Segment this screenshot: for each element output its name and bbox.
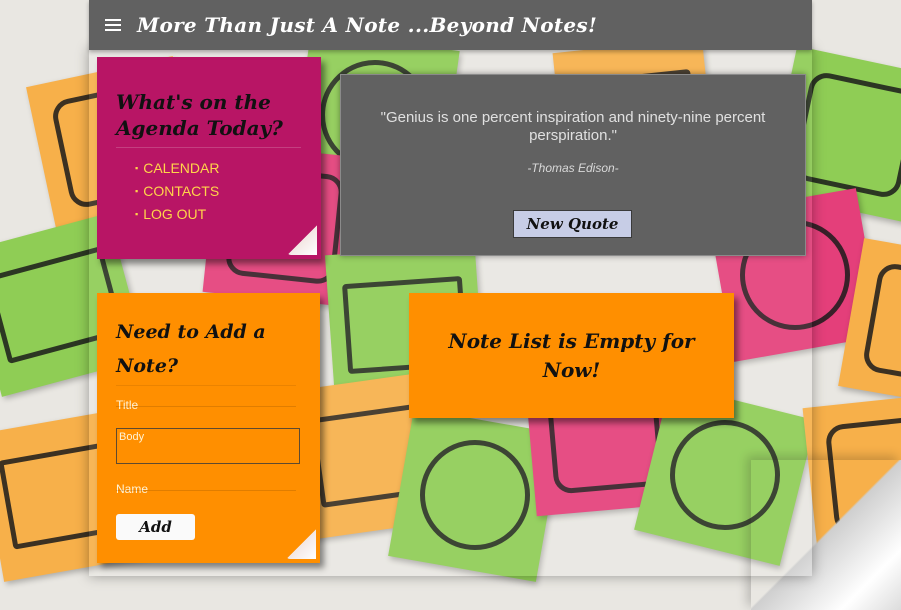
empty-note-message: Note List is Empty for Now! <box>448 328 695 382</box>
add-note-card: Need to Add a Note? Add <box>97 293 320 563</box>
agenda-heading: What's on the Agenda Today? <box>116 90 283 140</box>
quote-panel: "Genius is one percent inspiration and n… <box>340 74 806 256</box>
new-quote-button[interactable]: New Quote <box>513 210 632 238</box>
corner-curl-decoration <box>286 529 316 559</box>
calendar-link[interactable]: CALENDAR <box>143 160 219 176</box>
note-title-input[interactable] <box>116 396 296 414</box>
top-app-bar: More Than Just A Note ...Beyond Notes! <box>89 0 812 50</box>
agenda-link-list: CALENDAR CONTACTS LOG OUT <box>97 158 321 227</box>
quote-author: -Thomas Edison- <box>527 161 619 175</box>
hamburger-menu-icon[interactable] <box>105 16 121 34</box>
quote-text: "Genius is one percent inspiration and n… <box>380 109 766 144</box>
title-underline <box>116 406 296 407</box>
contacts-link[interactable]: CONTACTS <box>143 183 219 199</box>
agenda-card: What's on the Agenda Today? CALENDAR CON… <box>97 57 321 259</box>
logout-link[interactable]: LOG OUT <box>143 206 206 222</box>
list-item: LOG OUT <box>135 204 321 227</box>
note-name-input[interactable] <box>116 480 296 498</box>
app-title: More Than Just A Note ...Beyond Notes! <box>137 13 598 37</box>
note-list-empty-card: Note List is Empty for Now! <box>409 293 734 418</box>
list-item: CALENDAR <box>135 158 321 181</box>
corner-curl-decoration <box>287 225 317 255</box>
divider <box>116 147 301 148</box>
note-body-textarea[interactable] <box>116 428 300 464</box>
name-underline <box>116 490 296 491</box>
add-note-button[interactable]: Add <box>116 514 195 540</box>
add-note-heading: Need to Add a Note? <box>116 321 266 377</box>
divider <box>116 385 296 386</box>
list-item: CONTACTS <box>135 181 321 204</box>
